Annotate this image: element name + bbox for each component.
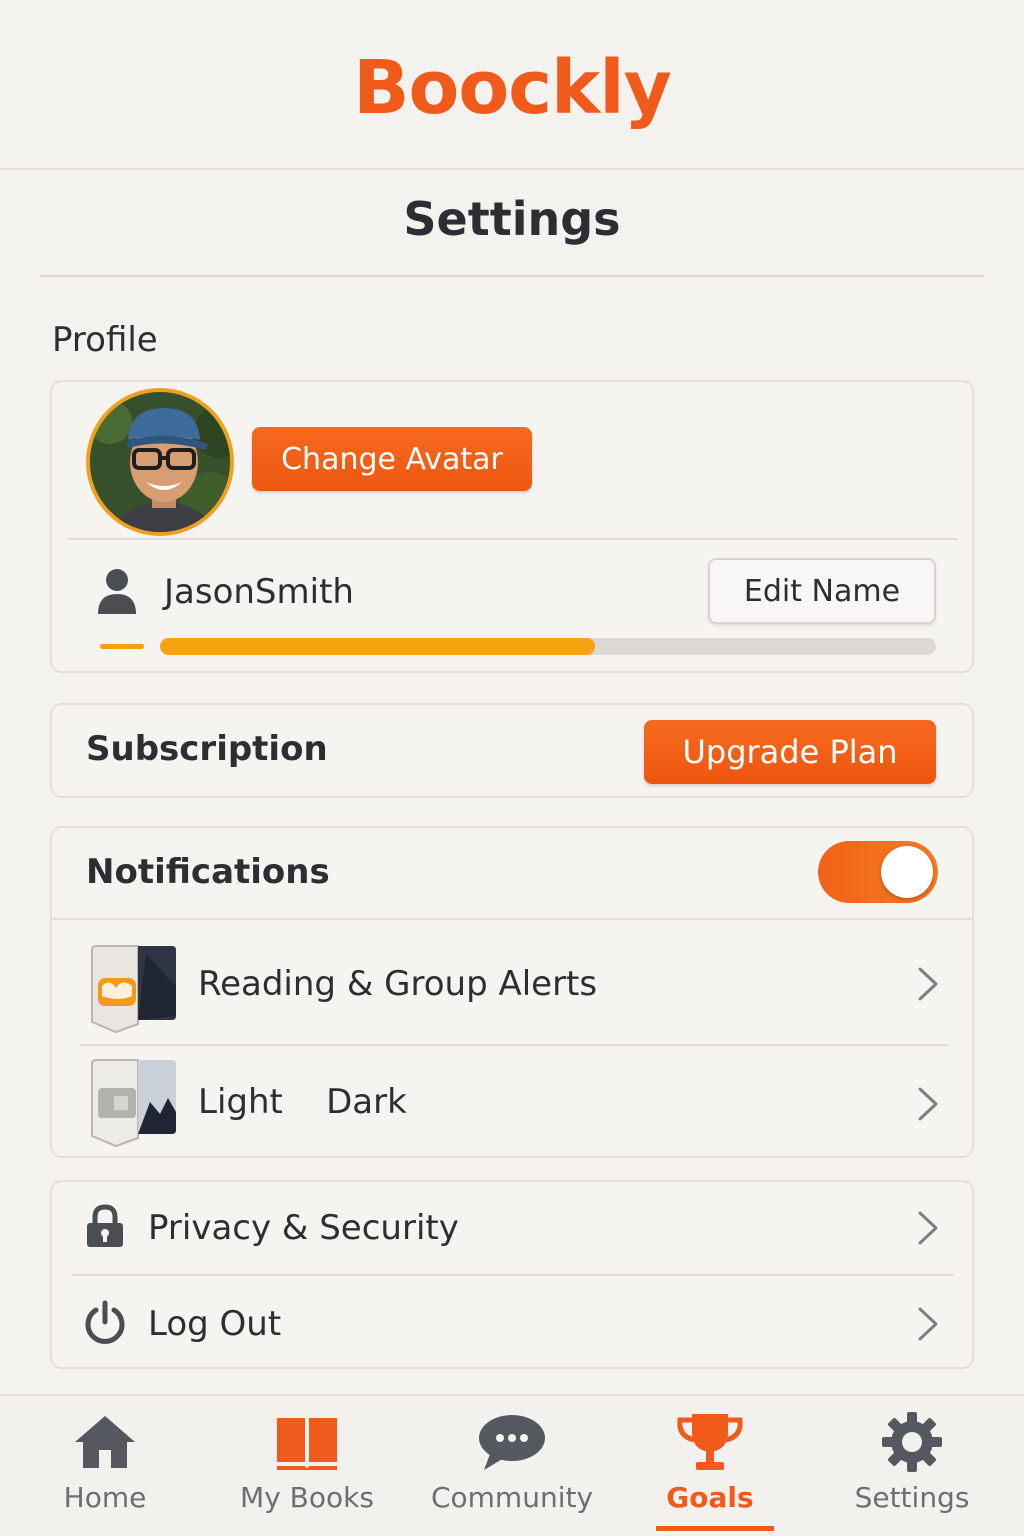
theme-label: Light Dark: [198, 1082, 407, 1122]
profile-card: Change Avatar JasonSmith Edit Name: [50, 380, 974, 673]
toggle-knob: [881, 846, 933, 898]
title-divider: [40, 275, 984, 277]
change-avatar-button[interactable]: Change Avatar: [252, 427, 532, 491]
log-out-label: Log Out: [148, 1304, 282, 1344]
reading-group-alerts-row[interactable]: Reading & Group Alerts: [52, 920, 972, 1044]
chevron-right-icon: [918, 1211, 938, 1245]
lock-icon: [87, 1204, 123, 1247]
tab-settings-label: Settings: [854, 1481, 970, 1514]
subscription-label: Subscription: [86, 729, 328, 769]
home-icon: [75, 1416, 135, 1468]
notifications-card: Notifications Reading & Group Alerts Lig…: [50, 826, 974, 1158]
chat-bubble-icon: [479, 1415, 545, 1470]
chevron-right-icon: [918, 967, 938, 1001]
progress-marker: [100, 644, 144, 649]
account-card: Privacy & Security Log Out: [50, 1180, 974, 1369]
profile-progress-fill: [160, 638, 595, 655]
upgrade-plan-button[interactable]: Upgrade Plan: [644, 720, 936, 784]
profile-divider: [68, 538, 958, 540]
tab-community[interactable]: Community: [410, 1396, 614, 1536]
brand-logo: Boockly: [353, 45, 672, 131]
privacy-security-label: Privacy & Security: [148, 1208, 459, 1248]
trophy-icon: [677, 1414, 743, 1470]
chevron-right-icon: [918, 1307, 938, 1341]
bottom-tab-bar: Home My Books Community Goals Settings: [0, 1394, 1024, 1536]
user-icon: [98, 569, 136, 614]
book-icon: [277, 1418, 337, 1470]
notifications-toggle[interactable]: [818, 841, 938, 903]
app-header: Boockly: [0, 0, 1024, 170]
tab-community-label: Community: [430, 1481, 594, 1514]
username-text: JasonSmith: [164, 572, 354, 612]
log-out-row[interactable]: Log Out: [52, 1276, 972, 1368]
edit-name-button[interactable]: Edit Name: [708, 558, 936, 624]
tab-home-label: Home: [63, 1481, 147, 1514]
privacy-security-row[interactable]: Privacy & Security: [52, 1182, 972, 1274]
gear-icon: [882, 1412, 942, 1472]
tab-my-books[interactable]: My Books: [205, 1396, 409, 1536]
theme-row[interactable]: Light Dark: [52, 1046, 972, 1156]
notifications-label: Notifications: [86, 852, 330, 892]
theme-app-icon: [91, 1059, 176, 1148]
profile-section-label: Profile: [52, 320, 158, 360]
tab-home[interactable]: Home: [3, 1396, 207, 1536]
profile-progress-bar: [160, 638, 936, 655]
page-title: Settings: [403, 192, 621, 246]
alerts-app-icon: [91, 945, 176, 1034]
chevron-right-icon: [918, 1087, 938, 1121]
avatar-photo: [90, 392, 230, 532]
subscription-card: Subscription Upgrade Plan: [50, 703, 974, 798]
tab-goals[interactable]: Goals: [608, 1396, 812, 1536]
tab-my-books-label: My Books: [240, 1481, 374, 1514]
tab-settings[interactable]: Settings: [810, 1396, 1014, 1536]
active-tab-indicator: [656, 1526, 774, 1531]
power-icon: [85, 1300, 125, 1344]
tab-goals-label: Goals: [666, 1481, 754, 1514]
reading-group-alerts-label: Reading & Group Alerts: [198, 964, 598, 1004]
avatar[interactable]: [86, 388, 234, 536]
